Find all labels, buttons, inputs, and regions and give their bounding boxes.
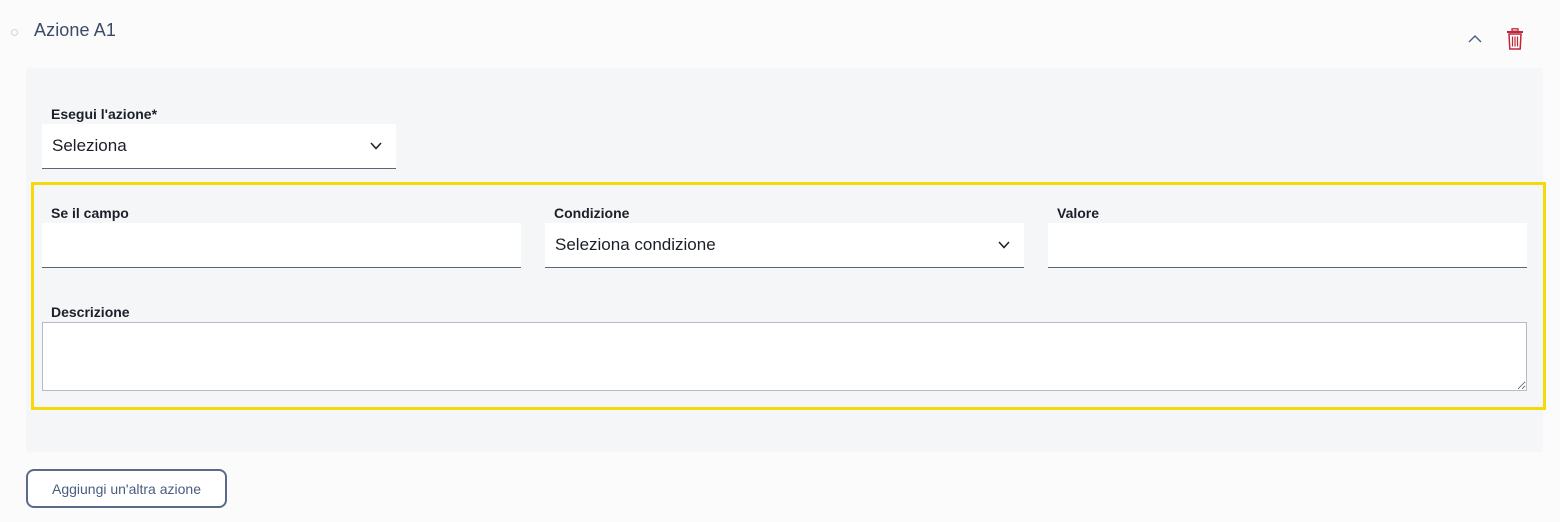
execute-label: Esegui l'azione*: [51, 106, 158, 122]
status-dot-icon: [11, 29, 18, 36]
action-editor: Azione A1 Esegui l'azione* Seleziona Se …: [0, 0, 1560, 522]
field-label: Se il campo: [51, 205, 129, 221]
description-label: Descrizione: [51, 304, 130, 320]
chevron-up-icon: [1468, 34, 1482, 42]
collapse-button[interactable]: [1463, 26, 1487, 50]
action-title: Azione A1: [34, 20, 116, 40]
execute-select-value: Seleziona: [52, 136, 127, 155]
value-label: Valore: [1057, 205, 1100, 221]
chevron-down-icon: [356, 124, 396, 168]
description-textarea[interactable]: [42, 322, 1527, 391]
add-action-button[interactable]: Aggiungi un'altra azione: [26, 469, 227, 508]
chevron-down-icon: [984, 223, 1024, 267]
value-input[interactable]: [1048, 223, 1527, 268]
condition-select-value: Seleziona condizione: [555, 235, 716, 254]
trash-icon: [1507, 28, 1523, 50]
execute-select[interactable]: Seleziona: [42, 124, 396, 169]
condition-label: Condizione: [554, 205, 630, 221]
condition-select[interactable]: Seleziona condizione: [545, 223, 1024, 268]
delete-button[interactable]: [1502, 25, 1528, 53]
field-input[interactable]: [42, 223, 521, 268]
